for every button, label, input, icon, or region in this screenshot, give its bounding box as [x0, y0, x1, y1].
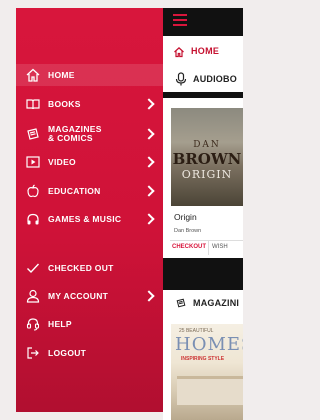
cover-image — [177, 376, 243, 405]
cover-title: HOMES — [175, 334, 243, 355]
microphone-icon — [175, 72, 187, 86]
magazines-section-header[interactable]: MAGAZINI — [163, 290, 243, 316]
chevron-right-icon — [143, 213, 155, 225]
chevron-right-icon — [143, 290, 155, 302]
menu-item-label: BOOKS — [48, 98, 81, 109]
main-content: HOME AUDIOBO DAN BROWN ORIGIN Origin Dan… — [163, 8, 243, 420]
navigation-drawer: HOME BOOKS MAGAZINES & COMICS VIDEO EDUC… — [16, 8, 163, 412]
hamburger-menu-icon[interactable] — [173, 14, 187, 26]
card-actions: CHECKOUT WISH — [170, 240, 243, 255]
magazine-icon — [175, 296, 187, 310]
home-header: HOME — [163, 36, 243, 66]
home-icon — [24, 66, 42, 84]
logout-icon — [24, 344, 42, 362]
cover-title: ORIGIN — [181, 168, 233, 181]
chevron-right-icon — [143, 185, 155, 197]
menu-item-label: GAMES & MUSIC — [48, 213, 122, 224]
menu-item-label: MAGAZINES & COMICS — [48, 124, 102, 143]
menu-item-label: MY ACCOUNT — [48, 290, 109, 301]
menu-item-my-account[interactable]: MY ACCOUNT — [16, 285, 163, 307]
audiobooks-section-header[interactable]: AUDIOBO — [163, 66, 243, 92]
menu-item-checked-out[interactable]: CHECKED OUT — [16, 257, 163, 279]
menu-item-label: EDUCATION — [48, 185, 101, 196]
book-author: Dan Brown — [174, 228, 202, 234]
drawer-header — [16, 8, 163, 64]
menu-item-label: HOME — [48, 69, 75, 80]
magazine-icon — [24, 125, 42, 143]
chevron-right-icon — [143, 98, 155, 110]
menu-item-games-music[interactable]: GAMES & MUSIC — [16, 208, 163, 230]
checkout-button[interactable]: CHECKOUT — [170, 241, 209, 255]
cover-author-last: BROWN — [172, 150, 242, 168]
menu-item-help[interactable]: HELP — [16, 313, 163, 335]
menu-item-label: CHECKED OUT — [48, 262, 114, 273]
apple-icon — [24, 182, 42, 200]
headset-icon — [24, 315, 42, 333]
menu-item-video[interactable]: VIDEO — [16, 151, 163, 173]
magazine-cover[interactable]: 25 BEAUTIFUL HOMES INSPIRING STYLE — [171, 324, 243, 420]
cover-tag: INSPIRING STYLE — [181, 356, 225, 362]
cover-author-first: DAN — [193, 140, 221, 150]
book-title: Origin — [174, 212, 197, 222]
section-title: AUDIOBO — [193, 74, 237, 84]
chevron-right-icon — [143, 156, 155, 168]
chevron-right-icon — [143, 128, 155, 140]
page-title: HOME — [191, 46, 220, 56]
magazine-card[interactable]: 25 BEAUTIFUL HOMES INSPIRING STYLE — [163, 316, 243, 420]
menu-item-education[interactable]: EDUCATION — [16, 180, 163, 202]
book-open-icon — [24, 95, 42, 113]
menu-item-label: VIDEO — [48, 156, 76, 167]
wishlist-button[interactable]: WISH — [209, 241, 230, 255]
checkmark-icon — [24, 259, 42, 277]
page-margin — [0, 0, 16, 412]
menu-item-logout[interactable]: LOGOUT — [16, 342, 163, 364]
menu-item-label: HELP — [48, 318, 72, 329]
headphones-icon — [24, 210, 42, 228]
book-card[interactable]: DAN BROWN ORIGIN Origin Dan Brown CHECKO… — [163, 98, 243, 258]
section-title: MAGAZINI — [193, 298, 240, 308]
play-icon — [24, 153, 42, 171]
menu-item-label: LOGOUT — [48, 347, 87, 358]
user-icon — [24, 287, 42, 305]
menu-item-home[interactable]: HOME — [16, 64, 163, 86]
menu-item-books[interactable]: BOOKS — [16, 93, 163, 115]
menu-item-magazines-comics[interactable]: MAGAZINES & COMICS — [16, 122, 163, 146]
book-cover[interactable]: DAN BROWN ORIGIN — [171, 108, 243, 206]
section-divider — [163, 258, 243, 288]
home-icon — [173, 45, 185, 58]
